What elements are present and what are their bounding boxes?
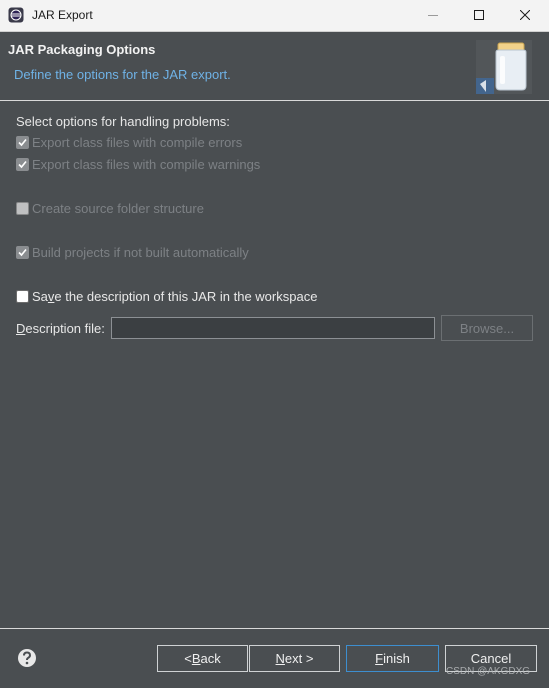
close-button[interactable]	[502, 0, 548, 31]
button-label: ack	[200, 651, 221, 666]
option-label: Save the description of this JAR in the …	[32, 289, 317, 304]
button-label: <	[184, 651, 192, 666]
checkbox-export-compile-warnings	[16, 157, 29, 171]
minimize-icon	[428, 8, 438, 23]
title-bar: JAR Export	[0, 0, 549, 32]
option-create-source-folder: Create source folder structure	[16, 200, 204, 216]
checkbox-export-compile-errors	[16, 135, 29, 149]
jar-icon	[474, 36, 534, 96]
watermark: CSDN @AKGDXG	[446, 666, 531, 677]
minimize-button[interactable]	[410, 0, 456, 31]
description-file-input[interactable]	[111, 317, 435, 339]
mnemonic: F	[375, 651, 384, 666]
option-export-compile-errors: Export class files with compile errors	[16, 134, 242, 150]
label-part: e the description of this JAR in the wor…	[54, 288, 318, 304]
finish-button[interactable]: Finish	[346, 645, 439, 672]
button-label: ext >	[284, 651, 314, 666]
eclipse-app-icon	[8, 7, 24, 23]
option-label: Build projects if not built automaticall…	[32, 244, 249, 260]
problems-section-label: Select options for handling problems:	[16, 114, 230, 129]
option-label: Export class files with compile errors	[32, 134, 243, 150]
banner-separator	[0, 100, 549, 101]
option-build-projects: Build projects if not built automaticall…	[16, 244, 249, 260]
label-part: Sa	[32, 288, 48, 304]
button-label: inish	[383, 651, 410, 666]
option-save-description[interactable]: Save the description of this JAR in the …	[16, 288, 317, 304]
checkbox-create-source-folder	[16, 201, 29, 215]
mnemonic: D	[16, 321, 26, 336]
next-button[interactable]: Next >	[249, 645, 340, 672]
mnemonic: B	[191, 651, 201, 666]
page-title: JAR Packaging Options	[8, 42, 156, 57]
option-label: Create source folder structure	[32, 200, 204, 216]
option-export-compile-warnings: Export class files with compile warnings	[16, 156, 260, 172]
mnemonic: N	[275, 651, 285, 666]
window-title: JAR Export	[32, 8, 93, 22]
footer-separator	[0, 628, 549, 629]
browse-button: Browse...	[441, 315, 533, 341]
wizard-banner: JAR Packaging Options Define the options…	[0, 32, 549, 100]
back-button[interactable]: < Back	[157, 645, 248, 672]
option-label: Export class files with compile warnings	[32, 156, 261, 172]
close-icon	[519, 8, 531, 23]
help-icon[interactable]	[17, 648, 37, 668]
checkbox-save-description[interactable]	[16, 289, 29, 303]
description-file-label: Description file:	[16, 321, 105, 336]
label-part: escription file:	[25, 321, 105, 336]
maximize-button[interactable]	[456, 0, 502, 31]
maximize-icon	[474, 8, 484, 23]
checkbox-build-projects	[16, 245, 29, 259]
page-description: Define the options for the JAR export.	[14, 67, 231, 82]
